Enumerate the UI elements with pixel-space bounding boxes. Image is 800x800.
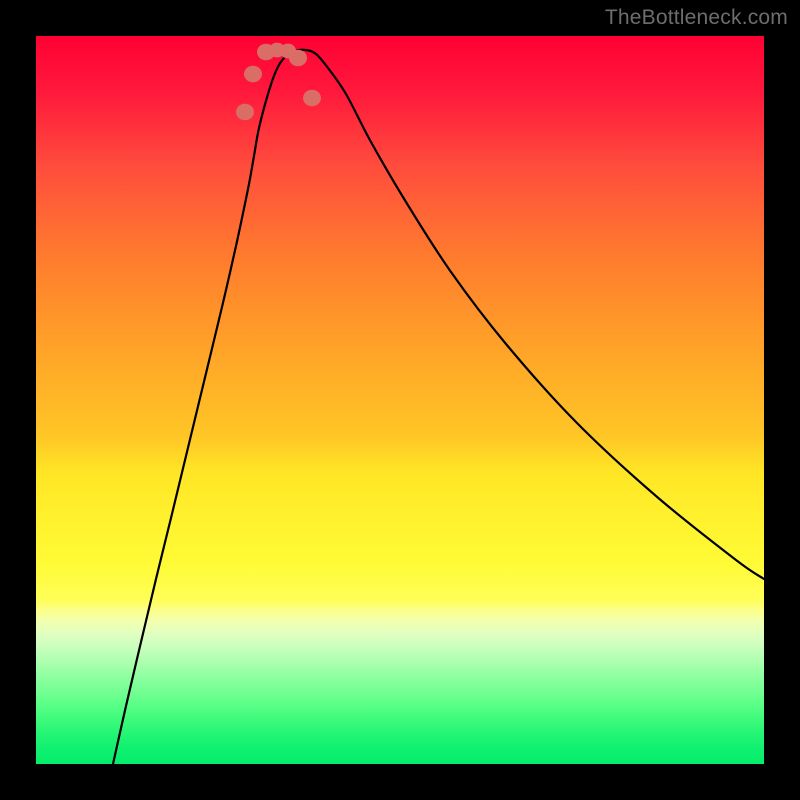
curve-nodule xyxy=(303,90,321,107)
curve-nodule xyxy=(244,66,262,83)
watermark-text: TheBottleneck.com xyxy=(605,6,788,30)
chart-frame: TheBottleneck.com xyxy=(0,0,800,800)
curve-nodule xyxy=(236,104,254,121)
chart-plot-area xyxy=(36,36,764,764)
curve-nodule xyxy=(289,50,307,67)
curve-nodules xyxy=(36,36,764,764)
